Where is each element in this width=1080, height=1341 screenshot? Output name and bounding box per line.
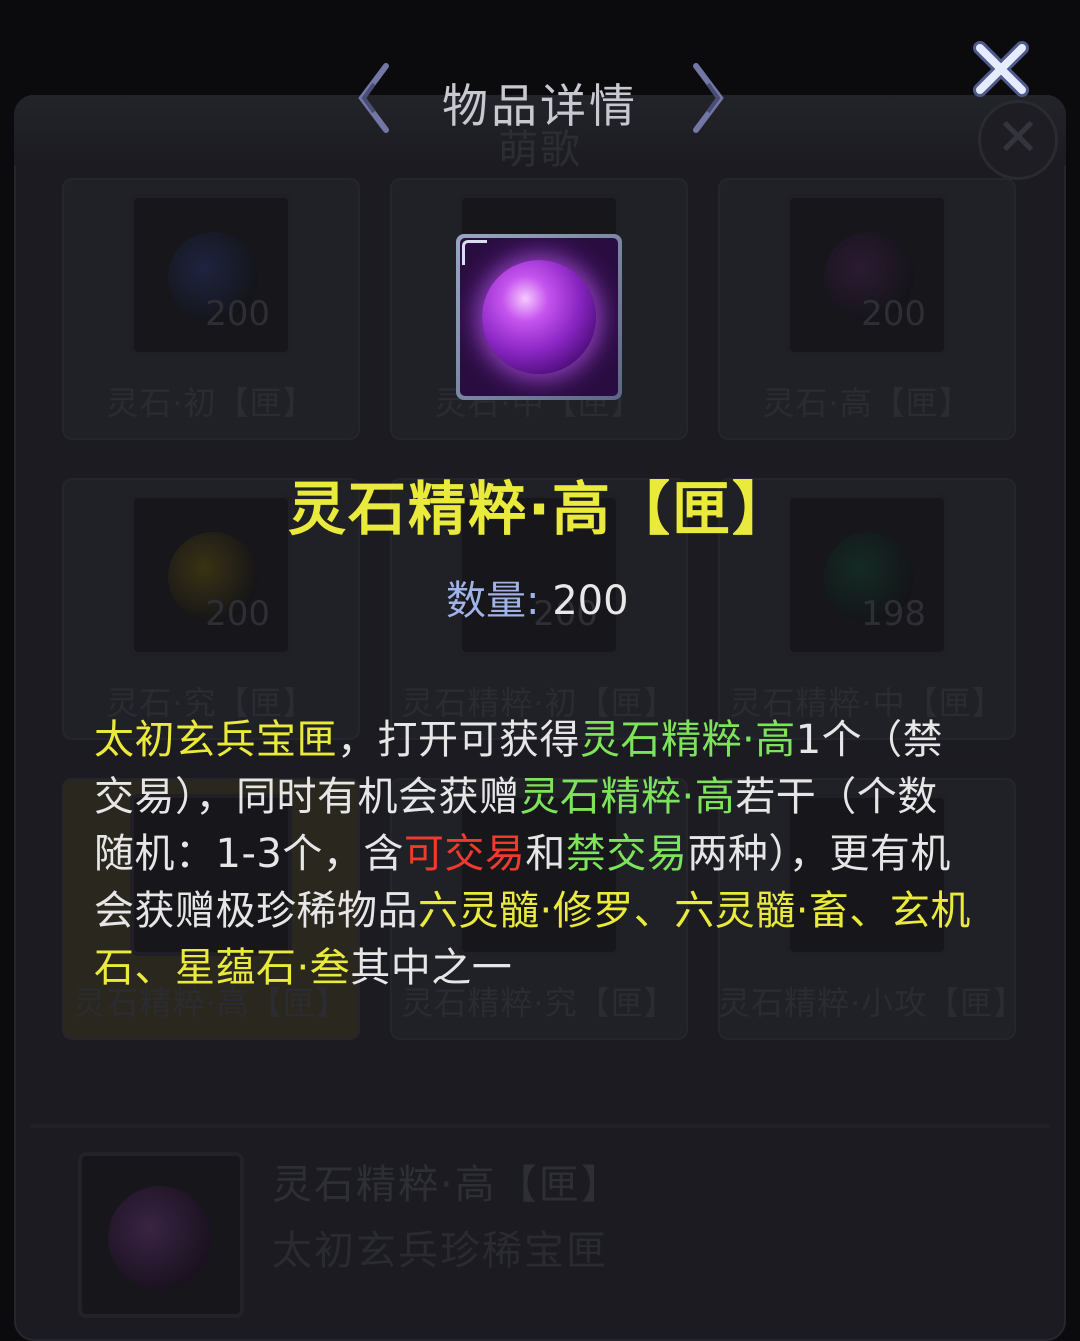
- inventory-slot: 200: [786, 194, 948, 356]
- quantity-value: 200: [552, 578, 629, 624]
- description-segment: ，打开可获得: [337, 717, 580, 763]
- item-description: 太初玄兵宝匣，打开可获得灵石精粹·高1个（禁交易），同时有机会获赠灵石精粹·高若…: [94, 712, 974, 997]
- description-segment: 和: [525, 831, 566, 877]
- description-segment: 灵石精粹·高: [519, 774, 736, 820]
- inventory-qty: 198: [861, 594, 926, 634]
- quantity-row: 数量: 200: [446, 568, 629, 626]
- item-name: 灵石精粹·高【匣】: [287, 475, 793, 543]
- inventory-qty: 200: [205, 594, 270, 634]
- inventory-item-name: 灵石·高【匣】: [762, 384, 972, 422]
- description-segment: 可交易: [403, 831, 526, 877]
- inventory-slot: 200: [130, 194, 292, 356]
- chevron-right-icon: [693, 63, 724, 133]
- item-icon: [456, 234, 622, 400]
- inventory-cell: 200 灵石·初【匣】: [62, 178, 360, 440]
- inventory-qty: 200: [861, 294, 926, 334]
- inventory-item-name: 灵石·初【匣】: [106, 384, 316, 422]
- description-segment: 其中之一: [350, 945, 513, 991]
- description-segment: 太初玄兵宝匣: [94, 717, 337, 763]
- purple-spirit-stone-orb-icon: [482, 260, 596, 374]
- dialog-title: 物品详情: [442, 79, 638, 133]
- close-x-icon[interactable]: [970, 38, 1032, 100]
- background-detail-item-desc: 太初玄兵珍稀宝匣: [272, 1228, 608, 1274]
- inventory-cell: 200 灵石·高【匣】: [718, 178, 1016, 440]
- background-close-icon: ✕: [978, 100, 1058, 180]
- background-detail-item-icon: [78, 1152, 244, 1318]
- description-segment: 禁交易: [565, 831, 688, 877]
- description-segment: 灵石精粹·高: [580, 717, 796, 763]
- panel-divider: [30, 1124, 1050, 1128]
- inventory-qty: 200: [205, 294, 270, 334]
- quantity-label: 数量:: [446, 578, 540, 624]
- background-detail-item-name: 灵石精粹·高【匣】: [272, 1162, 623, 1208]
